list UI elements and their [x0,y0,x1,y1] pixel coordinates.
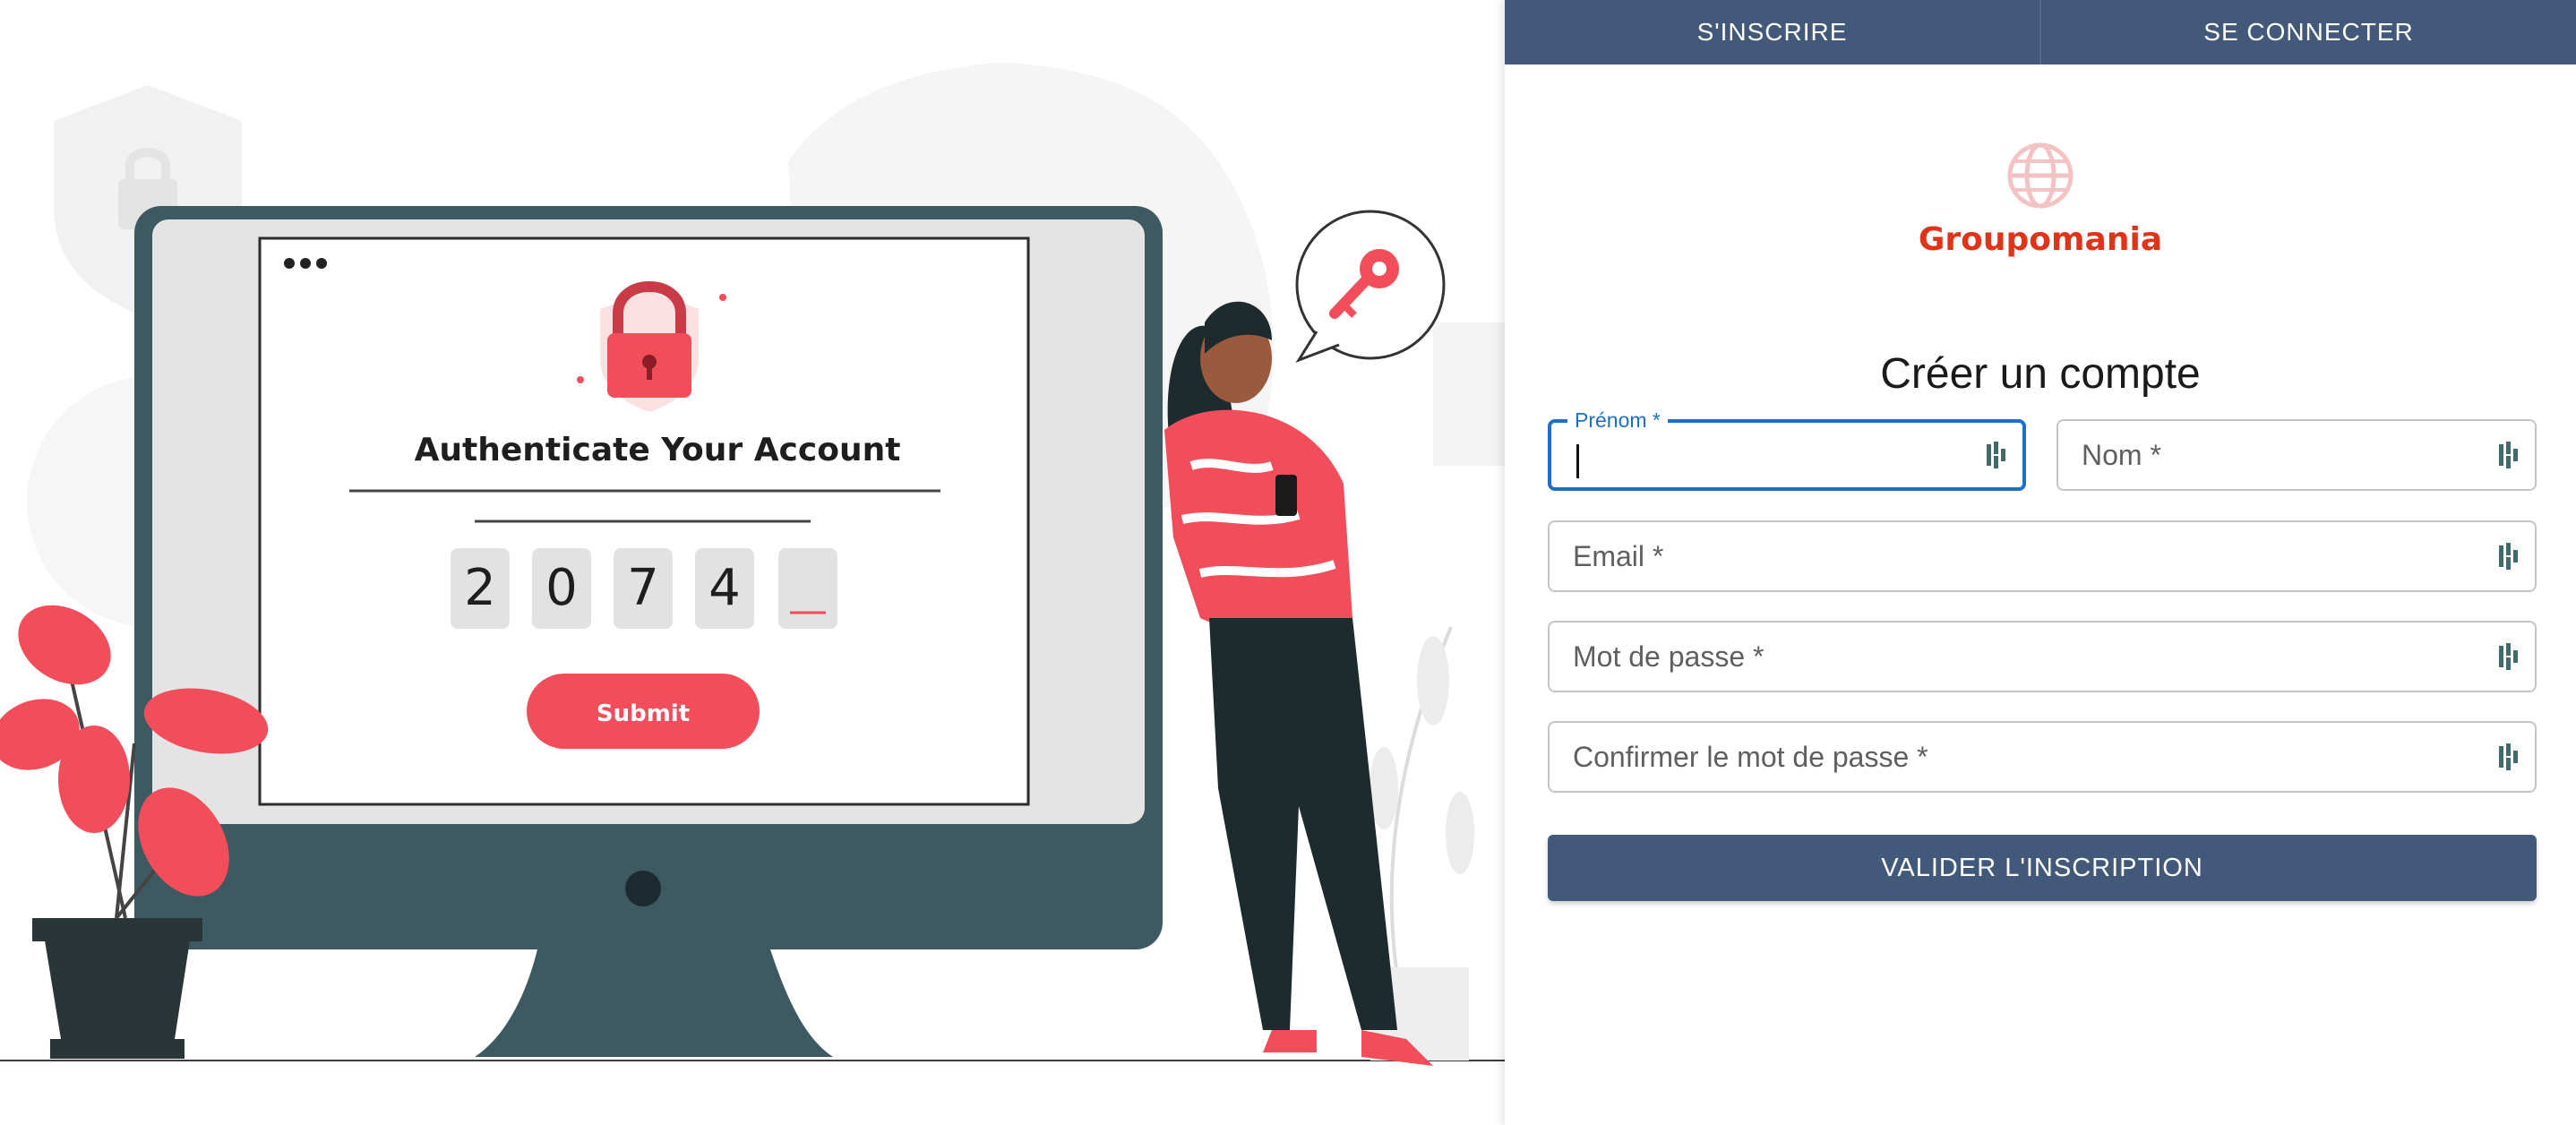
auth-panel: S'INSCRIRE SE CONNECTER Groupomania Crée… [1505,0,2576,1125]
text-cursor [1576,444,1579,478]
form-title: Créer un compte [1880,350,2201,398]
code-digit: 0 [545,559,578,617]
email-placeholder: Email * [1573,539,1664,572]
brand-name: Groupomania [1918,221,2163,258]
password-manager-icon[interactable] [1987,442,2006,468]
authentication-illustration: Authenticate Your Account 2 0 7 4 Submit [0,0,1505,1125]
submit-registration-button[interactable]: VALIDER L'INSCRIPTION [1548,835,2537,901]
password-field[interactable]: Mot de passe * [1548,621,2537,692]
code-digit: 4 [708,559,741,617]
tab-signup[interactable]: S'INSCRIRE [1505,0,2039,64]
nom-placeholder: Nom * [2082,438,2161,471]
password-placeholder: Mot de passe * [1573,640,1765,673]
nom-field[interactable]: Nom * [2057,419,2537,491]
password-manager-icon[interactable] [2499,543,2519,570]
auth-card: Authenticate Your Account 2 0 7 4 Submit [258,236,1030,806]
password-manager-icon[interactable] [2499,643,2519,670]
password-manager-icon[interactable] [2499,743,2519,770]
brand-logo: Groupomania [1505,142,2576,258]
password-manager-icon[interactable] [2499,442,2519,468]
code-boxes: 2 0 7 4 [451,548,837,629]
card-title: Authenticate Your Account [415,432,901,468]
illustration-scene: Authenticate Your Account 2 0 7 4 Submit [0,63,1505,1066]
prenom-label: Prénom * [1567,408,1668,433]
confirm-password-field[interactable]: Confirmer le mot de passe * [1548,721,2537,793]
key-bubble [1295,210,1446,363]
email-field[interactable]: Email * [1548,520,2537,592]
tab-login[interactable]: SE CONNECTER [2039,0,2576,64]
code-digit: 2 [464,559,496,617]
prenom-field[interactable]: Prénom * [1548,408,2026,491]
globe-icon [2007,142,2074,209]
confirm-password-placeholder: Confirmer le mot de passe * [1573,740,1928,773]
code-digit: 7 [627,559,659,617]
illustration-submit-label: Submit [597,700,690,727]
auth-tabs: S'INSCRIRE SE CONNECTER [1505,0,2576,64]
